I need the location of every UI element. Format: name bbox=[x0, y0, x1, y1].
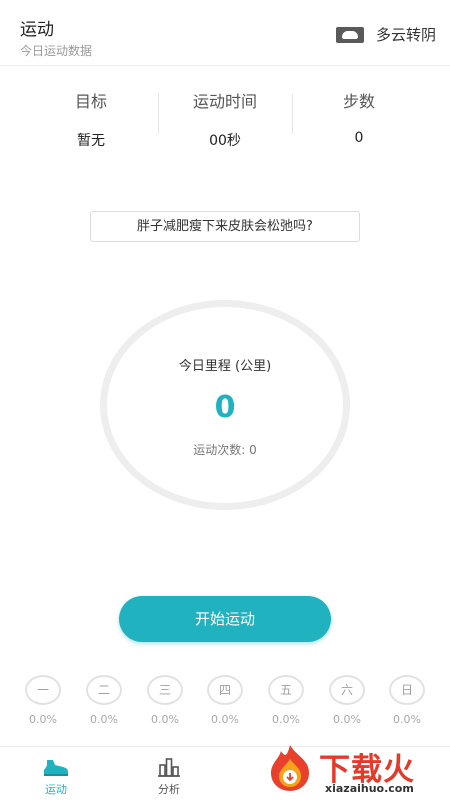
stat-value: 0 bbox=[354, 130, 364, 146]
weekday-circle: 日 bbox=[389, 675, 425, 705]
stat-value: 暂无 bbox=[77, 133, 105, 149]
mileage-value: 0 bbox=[214, 390, 236, 425]
weekday-percent: 0.0% bbox=[211, 713, 239, 726]
stat-steps: 步数 0 bbox=[292, 88, 426, 146]
page-subtitle: 今日运动数据 bbox=[20, 44, 93, 58]
weekday-percent: 0.0% bbox=[29, 713, 57, 726]
page-title: 运动 bbox=[20, 20, 54, 40]
weather-label: 多云转阴 bbox=[375, 26, 436, 44]
weekday-item[interactable]: 五 0.0% bbox=[256, 675, 316, 726]
weekday-circle: 六 bbox=[329, 675, 365, 705]
bar-chart-icon bbox=[139, 755, 199, 777]
weekday-percent: 0.0% bbox=[90, 713, 118, 726]
weekday-percent: 0.0% bbox=[272, 713, 300, 726]
weather-widget[interactable]: 多云转阴 bbox=[335, 24, 436, 45]
weekday-percent: 0.0% bbox=[393, 713, 421, 726]
article-tip-link[interactable]: 胖子减肥瘦下来皮肤会松弛吗? bbox=[90, 211, 360, 242]
weekday-item[interactable]: 三 0.0% bbox=[135, 675, 195, 726]
weekday-item[interactable]: 二 0.0% bbox=[74, 675, 134, 726]
weekday-circle: 五 bbox=[268, 675, 304, 705]
weekday-circle: 三 bbox=[147, 675, 183, 705]
weekday-item[interactable]: 四 0.0% bbox=[195, 675, 255, 726]
weekday-circle: 二 bbox=[86, 675, 122, 705]
stat-value: 00秒 bbox=[209, 133, 241, 149]
weekday-item[interactable]: 日 0.0% bbox=[377, 675, 437, 726]
shoe-icon bbox=[26, 755, 86, 777]
start-exercise-button[interactable]: 开始运动 bbox=[119, 596, 331, 642]
mileage-title: 今日里程 (公里) bbox=[178, 359, 272, 374]
tab-label: 分析 bbox=[158, 783, 180, 796]
stat-exercise-time: 运动时间 00秒 bbox=[158, 88, 292, 150]
stat-goal: 目标 暂无 bbox=[24, 88, 158, 150]
stat-label: 运动时间 bbox=[192, 92, 257, 111]
weekday-percent: 0.0% bbox=[333, 713, 361, 726]
app-header: 运动 今日运动数据 多云转阴 bbox=[0, 0, 450, 66]
tab-exercise[interactable]: 运动 bbox=[26, 755, 86, 797]
stat-label: 步数 bbox=[342, 92, 375, 111]
cloud-icon bbox=[335, 26, 364, 43]
watermark-url: xiazaihuo.com bbox=[325, 782, 414, 795]
exercise-count: 运动次数: 0 bbox=[193, 443, 257, 457]
weekday-circle: 一 bbox=[25, 675, 61, 705]
stat-label: 目标 bbox=[74, 92, 107, 111]
weekday-circle: 四 bbox=[207, 675, 243, 705]
weekday-item[interactable]: 一 0.0% bbox=[13, 675, 73, 726]
tab-label: 运动 bbox=[45, 783, 67, 796]
watermark: 下载火 xiazaihuo.com bbox=[263, 740, 450, 800]
weekday-item[interactable]: 六 0.0% bbox=[317, 675, 377, 726]
flame-logo-icon bbox=[271, 745, 309, 791]
tab-analysis[interactable]: 分析 bbox=[139, 755, 199, 797]
weekly-progress: 一 0.0% 二 0.0% 三 0.0% 四 0.0% 五 0.0% 六 0.0… bbox=[0, 675, 450, 730]
weekday-percent: 0.0% bbox=[151, 713, 179, 726]
stats-row: 目标 暂无 运动时间 00秒 步数 0 bbox=[0, 88, 450, 149]
